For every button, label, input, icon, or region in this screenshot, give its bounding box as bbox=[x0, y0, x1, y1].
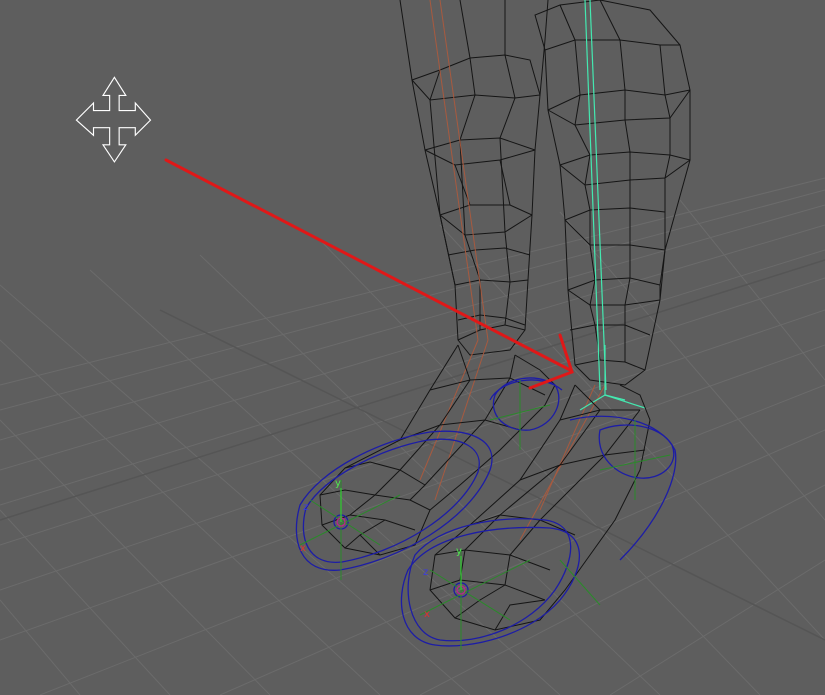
leg-bones bbox=[419, 0, 606, 541]
right-foot-gizmo-lines bbox=[419, 420, 671, 650]
ground-grid bbox=[0, 177, 825, 695]
left-foot-x-label: x bbox=[300, 543, 306, 554]
left-foot-y-label: y bbox=[335, 478, 341, 489]
viewport-canvas[interactable]: y z x y z x bbox=[0, 0, 825, 695]
3d-viewport[interactable]: y z x y z x bbox=[0, 0, 825, 695]
right-foot-gizmo[interactable]: y z x bbox=[419, 420, 671, 650]
selected-joint bbox=[579, 0, 646, 411]
right-foot-y-label: y bbox=[456, 546, 462, 557]
right-foot-z-label: z bbox=[423, 567, 428, 578]
left-leg-wireframe bbox=[399, 0, 549, 356]
left-foot-z-label: z bbox=[303, 502, 308, 513]
move-cursor-icon bbox=[75, 76, 152, 163]
right-foot-x-label: x bbox=[424, 609, 430, 620]
left-foot-gizmo[interactable]: y z x bbox=[299, 380, 551, 580]
